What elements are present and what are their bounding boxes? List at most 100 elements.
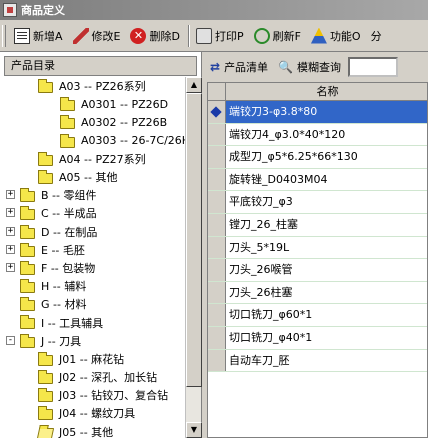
tree-item-label: J01 -- 麻花钻	[59, 352, 125, 366]
tree-item[interactable]: + C -- 半成品	[0, 204, 185, 222]
edit-button-label: 修改E	[91, 29, 121, 43]
tree-item[interactable]: I -- 工具辅具	[0, 313, 185, 331]
folder-icon	[60, 133, 75, 148]
column-header-name[interactable]: 名称	[226, 83, 427, 101]
tree-item[interactable]: A0303 -- 26-7C/26H	[0, 132, 185, 150]
search-input[interactable]	[348, 57, 399, 77]
delete-button[interactable]: ✕ 删除D	[126, 24, 183, 48]
edit-button[interactable]: 修改E	[69, 24, 125, 48]
tree-item[interactable]: + E -- 毛胚	[0, 241, 185, 259]
search-icon: 🔍	[278, 60, 294, 74]
tree-item[interactable]: A0301 -- PZ26D	[0, 95, 185, 113]
table-row[interactable]: 刀头_5*19L	[208, 236, 427, 260]
row-indicator[interactable]	[208, 191, 226, 213]
catalog-tree[interactable]: A03 -- PZ26系列 A0301 -- PZ26D A0302 -- PZ26…	[0, 77, 185, 438]
table-row[interactable]: 端铰刀4_φ3.0*40*120	[208, 123, 427, 147]
tree-item[interactable]: J03 -- 钻铰刀、复合钻	[0, 386, 185, 404]
row-indicator[interactable]	[208, 281, 226, 304]
tree-item[interactable]: A0302 -- PZ26B	[0, 113, 185, 131]
tree-item[interactable]: - J -- 刀具	[0, 332, 185, 350]
name-cell[interactable]: 切口铣刀_φ60*1	[226, 304, 427, 326]
tree-item[interactable]: G -- 材料	[0, 295, 185, 313]
product-list-panel: ⇄ 产品清单 🔍 模糊查询 名称 端铰刀3-φ3.8*80 端铰刀4_φ3.0*4…	[205, 52, 428, 438]
table-row[interactable]: 刀头_26柱塞	[208, 281, 427, 305]
tree-item[interactable]: J05 -- 其他	[0, 423, 185, 438]
row-indicator[interactable]	[208, 101, 226, 123]
grid-header: 名称	[208, 83, 427, 101]
table-row[interactable]: 端铰刀3-φ3.8*80	[208, 101, 427, 124]
tree-item[interactable]: H -- 辅料	[0, 277, 185, 295]
print-button-label: 打印P	[214, 29, 244, 43]
tree-item[interactable]: A04 -- PZ27系列	[0, 150, 185, 168]
scroll-up-button[interactable]: ▲	[186, 77, 202, 93]
tree-item[interactable]: + B -- 零组件	[0, 186, 185, 204]
folder-icon	[20, 315, 35, 330]
toolbar-grip[interactable]	[2, 24, 6, 47]
scroll-thumb[interactable]	[186, 93, 202, 387]
name-cell[interactable]: 镗刀_26_柱塞	[226, 214, 427, 236]
folder-icon	[38, 351, 53, 366]
table-row[interactable]: 平底铰刀_φ3	[208, 191, 427, 214]
row-indicator[interactable]	[208, 236, 226, 259]
name-cell[interactable]: 端铰刀4_φ3.0*40*120	[226, 124, 427, 146]
name-cell[interactable]: 刀头_26柱塞	[226, 282, 427, 304]
title-bar: 商品定义	[0, 0, 428, 20]
tree-item[interactable]: J04 -- 螺纹刀具	[0, 404, 185, 422]
collapse-icon[interactable]: -	[6, 335, 15, 345]
row-indicator[interactable]	[208, 168, 226, 191]
name-cell[interactable]: 旋转锉_D0403M04	[226, 169, 427, 191]
table-row[interactable]: 切口铣刀_φ60*1	[208, 304, 427, 327]
name-cell[interactable]: 自动车刀_胚	[226, 350, 427, 372]
overflow-button[interactable]: 分	[367, 24, 386, 48]
row-indicator[interactable]	[208, 146, 226, 168]
table-row[interactable]: 刀头_26喉管	[208, 259, 427, 282]
tree-scrollbar[interactable]: ▲ ▼	[185, 77, 202, 438]
tree-item[interactable]: + F -- 包装物	[0, 259, 185, 277]
table-row[interactable]: 旋转锉_D0403M04	[208, 168, 427, 192]
name-cell[interactable]: 刀头_26喉管	[226, 259, 427, 281]
row-indicator[interactable]	[208, 349, 226, 372]
product-list-button[interactable]: ⇄ 产品清单	[205, 59, 273, 75]
print-button[interactable]: 打印P	[192, 24, 248, 48]
new-button[interactable]: 新增A	[10, 24, 67, 48]
toolbar-separator	[187, 24, 190, 47]
expand-icon[interactable]: +	[6, 244, 15, 254]
folder-icon	[38, 151, 53, 166]
row-indicator[interactable]	[208, 259, 226, 281]
scroll-down-button[interactable]: ▼	[186, 422, 202, 438]
tree-item[interactable]: A03 -- PZ26系列	[0, 77, 185, 95]
delete-icon: ✕	[130, 27, 147, 44]
name-cell[interactable]: 平底铰刀_φ3	[226, 191, 427, 213]
tree-item[interactable]: + D -- 在制品	[0, 223, 185, 241]
row-indicator[interactable]	[208, 123, 226, 146]
overflow-button-label: 分	[370, 29, 382, 43]
refresh-button[interactable]: 刷新F	[250, 24, 305, 48]
tree-item-label: H -- 辅料	[41, 280, 87, 294]
folder-icon	[38, 388, 53, 403]
row-indicator[interactable]	[208, 213, 226, 236]
fuzzy-search-button[interactable]: 🔍 模糊查询	[273, 59, 346, 75]
tree-item-label: J04 -- 螺纹刀具	[59, 407, 136, 421]
table-row[interactable]: 镗刀_26_柱塞	[208, 213, 427, 237]
tree-item-label: D -- 在制品	[41, 225, 98, 239]
name-cell[interactable]: 刀头_5*19L	[226, 237, 427, 259]
table-row[interactable]: 自动车刀_胚	[208, 349, 427, 373]
expand-icon[interactable]: +	[6, 226, 15, 236]
expand-icon[interactable]: +	[6, 208, 15, 218]
name-cell[interactable]: 切口铣刀_φ40*1	[226, 327, 427, 349]
window-title: 商品定义	[21, 4, 65, 17]
table-row[interactable]: 成型刀_φ5*6.25*66*130	[208, 146, 427, 169]
expand-icon[interactable]: +	[6, 190, 15, 200]
tree-item[interactable]: J02 -- 深孔、加长钻	[0, 368, 185, 386]
row-indicator[interactable]	[208, 304, 226, 326]
row-indicator[interactable]	[208, 326, 226, 349]
tree-item[interactable]: J01 -- 麻花钻	[0, 350, 185, 368]
table-row[interactable]: 切口铣刀_φ40*1	[208, 326, 427, 350]
name-cell[interactable]: 成型刀_φ5*6.25*66*130	[226, 146, 427, 168]
product-grid: 名称 端铰刀3-φ3.8*80 端铰刀4_φ3.0*40*120 成型刀_φ5*6.…	[207, 82, 428, 438]
name-cell[interactable]: 端铰刀3-φ3.8*80	[226, 101, 427, 123]
expand-icon[interactable]: +	[6, 262, 15, 272]
function-button[interactable]: 功能O	[307, 24, 365, 48]
tree-item[interactable]: A05 -- 其他	[0, 168, 185, 186]
refresh-icon	[253, 27, 270, 44]
